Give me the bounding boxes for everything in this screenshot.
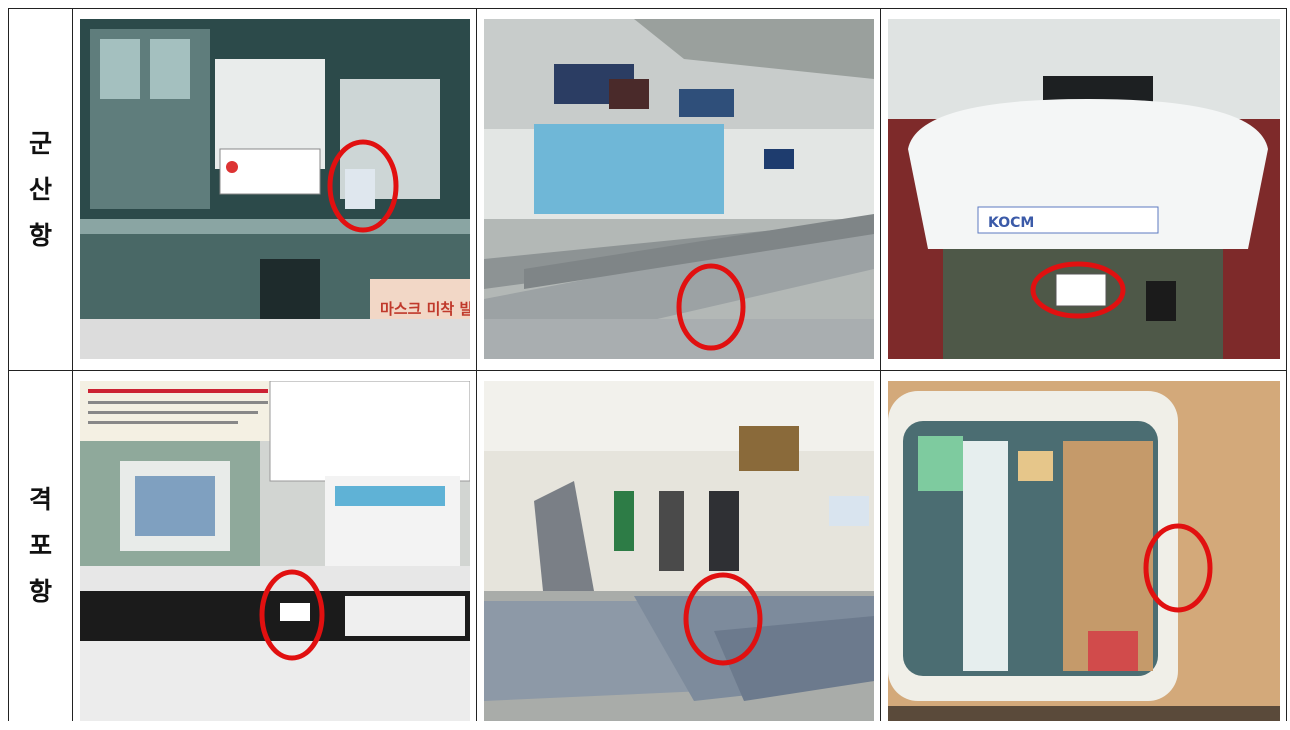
photo-cell: [476, 8, 881, 371]
mask-sign-text: 마스크 미착 발권 불: [380, 300, 470, 318]
row-label-cell: 군산항: [8, 8, 73, 371]
photo-cell: KOCM: [880, 8, 1287, 371]
row-label-cell: 격포항: [8, 370, 73, 721]
photo-ticket-counter: 마스크 미착 발권 불: [79, 19, 470, 359]
photo-terminal-lobby: [483, 381, 874, 721]
row-label: 군산항: [28, 128, 52, 250]
photo-cell: 마스크 미착 발권 불: [72, 8, 477, 371]
table-row: 격포항: [8, 370, 1287, 721]
photo-cell: [880, 370, 1287, 721]
photo-waiting-hall: [483, 19, 874, 359]
photo-table: 군산항 마스크 미착 발 KOCM 격포항: [8, 8, 1287, 721]
seat-cover-text: KOCM: [988, 215, 1034, 231]
row-label: 격포항: [28, 485, 52, 606]
document-page: 군산항 마스크 미착 발 KOCM 격포항: [0, 0, 1290, 730]
photo-cell: [476, 370, 881, 721]
photo-cabin-window: [887, 381, 1280, 721]
photo-counter-notice: [79, 381, 470, 721]
table-row: 군산항 마스크 미착 발 KOCM: [8, 8, 1287, 371]
photo-cell: [72, 370, 477, 721]
photo-ferry-seat: KOCM: [887, 19, 1280, 359]
